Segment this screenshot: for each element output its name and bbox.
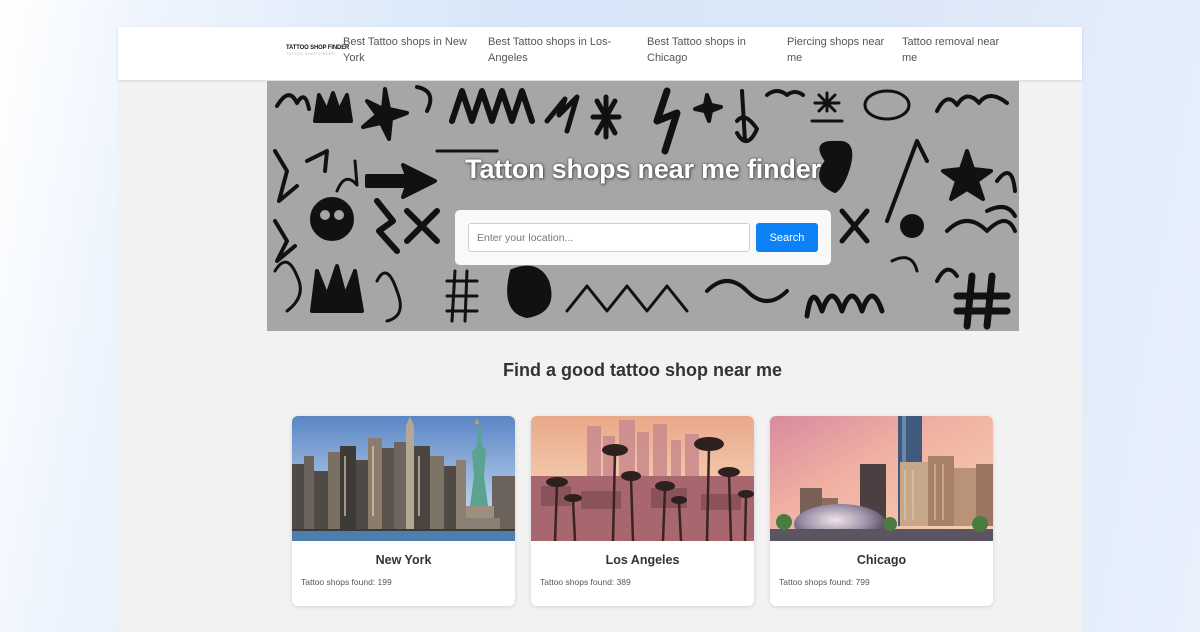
new-york-skyline-image (292, 416, 515, 541)
nav-link-label: Chicago (647, 52, 688, 64)
logo-text: TATTOO SHOP FINDER (286, 44, 350, 51)
top-navigation: TATTOO SHOP FINDER TATTOO SHOP FINDER Be… (118, 27, 1082, 80)
city-card-new-york[interactable]: New York Tattoo shops found: 199 (292, 416, 515, 606)
nav-link-label: Best Tattoo shops in Los- (488, 36, 612, 48)
logo-subtext: TATTOO SHOP FINDER (286, 51, 336, 56)
nav-link-new-york[interactable]: Best Tattoo shops in New York (343, 34, 467, 66)
section-title: Find a good tattoo shop near me (503, 360, 782, 380)
nav-link-label: Angeles (488, 52, 528, 64)
city-name: New York (375, 553, 432, 567)
shop-count: Tattoo shops found: 199 (301, 577, 392, 587)
search-form: Search (455, 210, 831, 265)
nav-link-label: Piercing shops near (787, 36, 885, 48)
city-card-los-angeles[interactable]: Los Angeles Tattoo shops found: 389 (531, 416, 754, 606)
doodle-background-image (273, 85, 1017, 330)
site-logo[interactable]: TATTOO SHOP FINDER TATTOO SHOP FINDER (286, 44, 350, 60)
nav-link-chicago[interactable]: Best Tattoo shops in Chicago (647, 34, 746, 66)
shop-count: Tattoo shops found: 389 (540, 577, 631, 587)
search-button[interactable]: Search (756, 223, 818, 252)
nav-link-label: Best Tattoo shops in New (343, 36, 467, 48)
nav-link-los-angeles[interactable]: Best Tattoo shops in Los- Angeles (488, 34, 611, 66)
page-container: TATTOO SHOP FINDER TATTOO SHOP FINDER Be… (118, 27, 1082, 632)
shop-count: Tattoo shops found: 799 (779, 577, 870, 587)
city-name: Los Angeles (605, 553, 680, 567)
nav-link-label: me (902, 52, 918, 64)
hero-banner: Tatton shops near me finder Search (267, 81, 1019, 331)
chicago-skyline-image (770, 416, 993, 541)
hero-title: Tatton shops near me finder (465, 154, 821, 184)
nav-link-label: Tattoo removal near (902, 36, 1000, 48)
city-name: Chicago (856, 553, 907, 567)
nav-link-label: Best Tattoo shops in (647, 36, 746, 48)
location-search-input[interactable] (468, 223, 750, 252)
nav-link-tattoo-removal[interactable]: Tattoo removal near me (902, 34, 999, 66)
los-angeles-palms-image (531, 416, 754, 541)
nav-link-label: York (343, 52, 365, 64)
nav-link-piercing[interactable]: Piercing shops near me (787, 34, 884, 66)
city-card-chicago[interactable]: Chicago Tattoo shops found: 799 (770, 416, 993, 606)
nav-link-label: me (787, 52, 803, 64)
